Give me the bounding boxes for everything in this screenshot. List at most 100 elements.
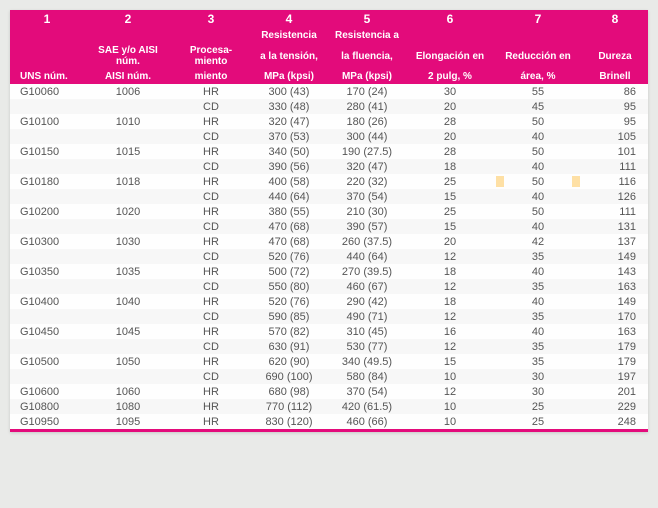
cell-red: 50 — [494, 174, 582, 189]
cell-ten: 370 (53) — [250, 129, 328, 144]
table-row: G103001030HR470 (68)260 (37.5)2042137 — [10, 234, 648, 249]
table-footer-rule — [10, 429, 648, 432]
cell-uns: G10300 — [10, 234, 84, 249]
cell-red: 35 — [494, 279, 582, 294]
cell-flu: 170 (24) — [328, 84, 406, 99]
hl-3: Procesa­-miento — [172, 43, 250, 69]
cell-uns: G10060 — [10, 84, 84, 99]
cell-proc: CD — [172, 369, 250, 384]
cell-ten: 520 (76) — [250, 249, 328, 264]
hl-5b: la fluencia, — [328, 43, 406, 69]
cell-brinell: 149 — [582, 294, 648, 309]
cell-ten: 380 (55) — [250, 204, 328, 219]
cell-uns — [10, 279, 84, 294]
cell-sae — [84, 369, 172, 384]
cell-sae: 1080 — [84, 399, 172, 414]
cell-proc: HR — [172, 264, 250, 279]
cell-flu: 340 (49.5) — [328, 354, 406, 369]
cell-brinell: 111 — [582, 159, 648, 174]
cell-sae: 1035 — [84, 264, 172, 279]
cell-proc: HR — [172, 204, 250, 219]
cell-elong: 25 — [406, 204, 494, 219]
cell-brinell: 149 — [582, 249, 648, 264]
cell-elong: 15 — [406, 219, 494, 234]
cell-sae — [84, 189, 172, 204]
table-row: CD520 (76)440 (64)1235149 — [10, 249, 648, 264]
cell-ten: 440 (64) — [250, 189, 328, 204]
cell-elong: 20 — [406, 234, 494, 249]
cell-proc: CD — [172, 129, 250, 144]
cell-ten: 590 (85) — [250, 309, 328, 324]
cell-ten: 340 (50) — [250, 144, 328, 159]
cell-flu: 210 (30) — [328, 204, 406, 219]
hl-8b: Brinell — [582, 69, 648, 84]
cell-ten: 680 (98) — [250, 384, 328, 399]
table-row: G102001020HR380 (55)210 (30)2550111 — [10, 204, 648, 219]
hl-8a: Dureza — [582, 43, 648, 69]
cell-uns: G10500 — [10, 354, 84, 369]
cell-red: 35 — [494, 309, 582, 324]
table-row: CD330 (48)280 (41)204595 — [10, 99, 648, 114]
cell-proc: CD — [172, 99, 250, 114]
hl-1: UNS núm. — [10, 69, 84, 84]
cell-flu: 390 (57) — [328, 219, 406, 234]
cell-ten: 400 (58) — [250, 174, 328, 189]
cell-brinell: 143 — [582, 264, 648, 279]
hn-4: 4 — [250, 10, 328, 28]
cell-ten: 300 (43) — [250, 84, 328, 99]
cell-uns — [10, 249, 84, 264]
hl-5a: Resistencia a — [328, 28, 406, 43]
cell-uns: G10950 — [10, 414, 84, 429]
cell-sae — [84, 249, 172, 264]
cell-sae: 1060 — [84, 384, 172, 399]
cell-sae: 1030 — [84, 234, 172, 249]
cell-ten: 830 (120) — [250, 414, 328, 429]
cell-proc: CD — [172, 249, 250, 264]
spec-table: 1 2 3 4 5 6 7 8 Resistencia Resistencia … — [10, 10, 648, 429]
cell-sae — [84, 159, 172, 174]
cell-sae: 1095 — [84, 414, 172, 429]
cell-flu: 420 (61.5) — [328, 399, 406, 414]
cell-elong: 20 — [406, 99, 494, 114]
hl-5c: MPa (kpsi) — [328, 69, 406, 84]
cell-flu: 370 (54) — [328, 384, 406, 399]
cell-uns — [10, 159, 84, 174]
table-row: G101801018HR400 (58)220 (32)2550116 — [10, 174, 648, 189]
hn-6: 6 — [406, 10, 494, 28]
hn-3: 3 — [172, 10, 250, 28]
cell-sae: 1010 — [84, 114, 172, 129]
cell-brinell: 170 — [582, 309, 648, 324]
cell-red: 50 — [494, 144, 582, 159]
cell-sae: 1045 — [84, 324, 172, 339]
table-row: CD590 (85)490 (71)1235170 — [10, 309, 648, 324]
cell-elong: 20 — [406, 129, 494, 144]
cell-flu: 580 (84) — [328, 369, 406, 384]
cell-ten: 630 (91) — [250, 339, 328, 354]
cell-uns — [10, 129, 84, 144]
cell-elong: 30 — [406, 84, 494, 99]
cell-flu: 180 (26) — [328, 114, 406, 129]
cell-elong: 25 — [406, 174, 494, 189]
cell-flu: 290 (42) — [328, 294, 406, 309]
table-head: 1 2 3 4 5 6 7 8 Resistencia Resistencia … — [10, 10, 648, 84]
hl-6b: 2 pulg, % — [406, 69, 494, 84]
hl-2: SAE y/o AISI núm. — [84, 43, 172, 69]
cell-red: 40 — [494, 189, 582, 204]
cell-flu: 300 (44) — [328, 129, 406, 144]
hn-5: 5 — [328, 10, 406, 28]
cell-uns: G10450 — [10, 324, 84, 339]
cell-flu: 320 (47) — [328, 159, 406, 174]
table-row: CD550 (80)460 (67)1235163 — [10, 279, 648, 294]
cell-red: 40 — [494, 129, 582, 144]
cell-flu: 460 (67) — [328, 279, 406, 294]
cell-red: 35 — [494, 249, 582, 264]
cell-elong: 12 — [406, 249, 494, 264]
cell-brinell: 101 — [582, 144, 648, 159]
cell-brinell: 126 — [582, 189, 648, 204]
cell-ten: 470 (68) — [250, 219, 328, 234]
cell-uns: G10100 — [10, 114, 84, 129]
cell-uns — [10, 369, 84, 384]
cell-proc: HR — [172, 414, 250, 429]
cell-red: 40 — [494, 219, 582, 234]
cell-sae — [84, 129, 172, 144]
